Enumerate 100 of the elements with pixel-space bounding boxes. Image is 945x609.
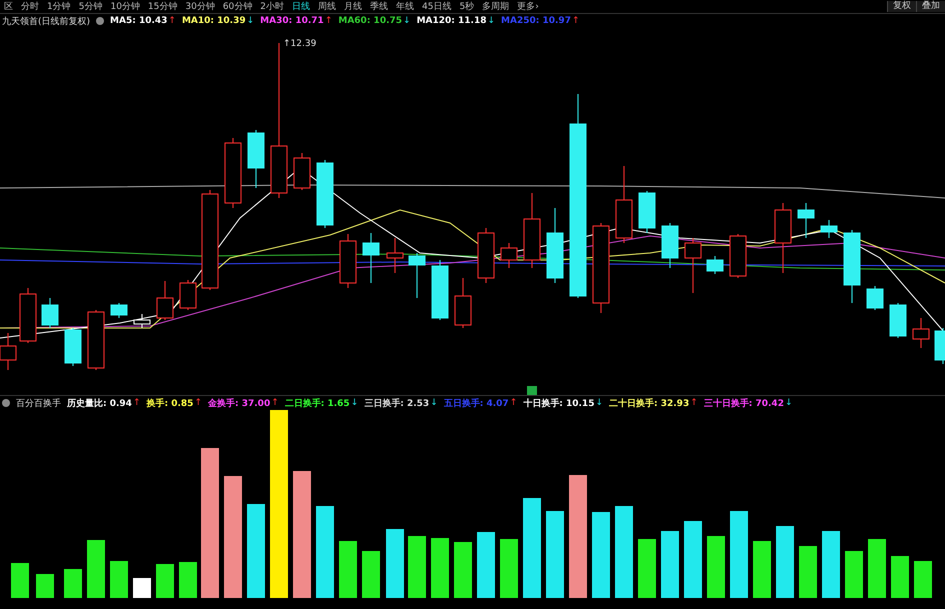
volume-bar xyxy=(386,529,404,598)
up-arrow: ↑ xyxy=(572,16,580,26)
volume-bar xyxy=(454,542,472,598)
candlestick xyxy=(662,222,678,268)
down-arrow: ↓ xyxy=(350,398,358,408)
down-arrow: ↓ xyxy=(784,398,792,408)
candlestick xyxy=(934,328,945,364)
period-tab[interactable]: 1分钟 xyxy=(43,0,75,12)
period-tab[interactable]: 更多› xyxy=(513,0,543,12)
volume-bar xyxy=(11,563,29,598)
period-tab[interactable]: 多周期 xyxy=(478,0,514,12)
down-arrow: ↓ xyxy=(246,16,254,26)
volume-bar xyxy=(110,561,128,598)
volume-bar xyxy=(891,556,909,598)
candlestick xyxy=(432,260,448,320)
candlestick xyxy=(500,242,518,268)
candlestick xyxy=(248,130,264,188)
candlestick xyxy=(912,318,930,348)
indicator-title: 百分百换手 xyxy=(16,398,61,410)
indicator-value: 金换手: 37.00 xyxy=(208,397,270,410)
candlestick xyxy=(294,152,310,190)
indicator-value: 二日换手: 1.65 xyxy=(284,397,350,410)
volume-bar xyxy=(339,541,357,598)
candlestick xyxy=(110,302,128,318)
indicator-value: MA60: 10.75 xyxy=(338,16,402,26)
up-arrow: ↑ xyxy=(690,398,698,408)
volume-bar xyxy=(64,569,82,598)
up-arrow: ↑ xyxy=(510,398,518,408)
volume-bar xyxy=(638,539,656,598)
candlestick xyxy=(224,138,242,208)
candlestick xyxy=(890,302,906,338)
indicator-value: 五日换手: 4.07 xyxy=(444,397,509,410)
marker-icon xyxy=(527,386,537,395)
candlestick xyxy=(866,286,884,310)
period-tab[interactable]: 45日线 xyxy=(418,0,456,12)
volume-bar xyxy=(868,539,886,598)
candlestick xyxy=(820,220,838,238)
candlestick xyxy=(684,238,702,294)
volume-bar xyxy=(36,574,54,598)
period-tab[interactable]: 周线 xyxy=(314,0,340,12)
period-tab[interactable]: 2小时 xyxy=(256,0,288,12)
candlestick xyxy=(156,280,174,320)
period-tab[interactable]: 5秒 xyxy=(455,0,478,12)
high-price-label: ↑12.39 xyxy=(283,39,316,49)
volume-bar xyxy=(477,532,495,598)
candlestick xyxy=(638,190,656,234)
candlestick xyxy=(316,160,334,228)
volume-bar xyxy=(362,551,380,598)
candlestick xyxy=(478,228,494,284)
indicator-value: 历史量比: 0.94 xyxy=(67,397,132,410)
period-tab[interactable]: 月线 xyxy=(340,0,366,12)
candlestick xyxy=(88,310,104,370)
candlestick xyxy=(64,328,82,366)
indicator-value: 十日换手: 10.15 xyxy=(523,397,594,410)
volume-bar xyxy=(431,538,449,598)
volume-bar xyxy=(133,578,151,598)
period-tab[interactable]: 区 xyxy=(0,0,17,12)
candlestick xyxy=(774,202,792,274)
volume-bar xyxy=(156,564,174,598)
toolbar-button[interactable]: 复权 xyxy=(887,1,916,12)
candlestick xyxy=(798,202,814,238)
period-tab[interactable]: 15分钟 xyxy=(144,0,182,12)
down-arrow: ↓ xyxy=(430,398,438,408)
indicator-value: MA10: 10.39 xyxy=(182,16,246,26)
candlestick xyxy=(362,232,380,284)
candlestick xyxy=(42,298,58,328)
indicator-value: MA120: 11.18 xyxy=(416,16,486,26)
down-arrow: ↓ xyxy=(403,16,411,26)
period-tab[interactable]: 年线 xyxy=(392,0,418,12)
period-tab[interactable]: 10分钟 xyxy=(106,0,144,12)
indicator-value: MA5: 10.43 xyxy=(110,16,168,26)
volume-bar xyxy=(799,546,817,598)
candlestick xyxy=(454,278,472,328)
down-arrow: ↓ xyxy=(595,398,603,408)
volume-bar xyxy=(822,531,840,598)
up-arrow: ↑ xyxy=(324,16,332,26)
indicator-value: MA30: 10.71 xyxy=(260,16,324,26)
period-tab[interactable]: 60分钟 xyxy=(218,0,256,12)
candlestick xyxy=(20,288,36,344)
indicator-value: 换手: 0.85 xyxy=(146,397,194,410)
toolbar-button[interactable]: 叠加 xyxy=(916,1,945,12)
volume-bar xyxy=(776,526,794,598)
indicator-value: 三十日换手: 70.42 xyxy=(704,397,784,410)
up-arrow: ↑ xyxy=(168,16,176,26)
volume-bar xyxy=(914,561,932,598)
candlestick xyxy=(340,234,356,288)
period-tab[interactable]: 日线 xyxy=(288,0,314,12)
period-tab[interactable]: 5分钟 xyxy=(74,0,106,12)
period-tab[interactable]: 季线 xyxy=(366,0,392,12)
candlestick xyxy=(134,314,150,328)
volume-bar xyxy=(408,536,426,598)
volume-bar xyxy=(500,539,518,598)
candlestick xyxy=(386,238,404,274)
up-arrow: ↑ xyxy=(132,398,140,408)
volume-bar xyxy=(87,540,105,598)
down-arrow: ↓ xyxy=(488,16,496,26)
period-tab[interactable]: 30分钟 xyxy=(181,0,219,12)
chart-title: 九天领首(日线前复权) xyxy=(2,16,90,28)
up-arrow: ↑ xyxy=(194,398,202,408)
period-tab[interactable]: 分时 xyxy=(17,0,43,12)
